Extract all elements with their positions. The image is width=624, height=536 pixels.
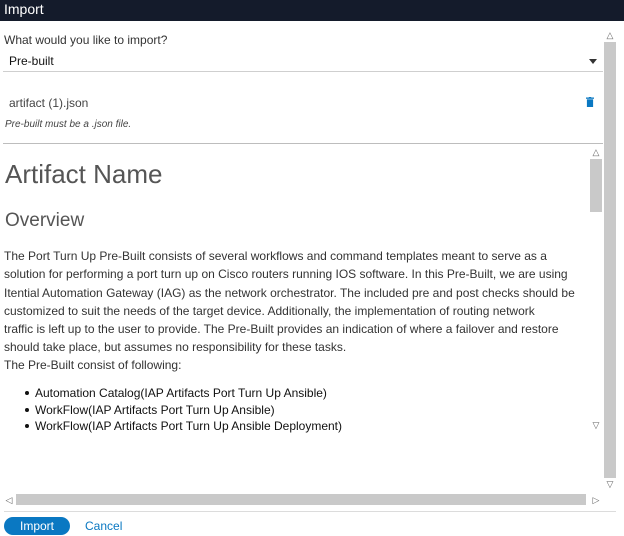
dialog-horizontal-scrollbar[interactable]: ◁ ▷ xyxy=(0,492,603,508)
artifact-title: Artifact Name xyxy=(5,159,163,189)
description-line: traffic is left up to the user to provid… xyxy=(4,322,559,337)
list-item: Automation Catalog(IAP Artifacts Port Tu… xyxy=(3,385,342,402)
description-line: should take place, but assumes no respon… xyxy=(4,340,347,355)
caret-down-icon xyxy=(589,59,597,64)
scroll-up-icon[interactable]: △ xyxy=(589,146,603,158)
description-line: The Port Turn Up Pre-Built consists of s… xyxy=(4,249,547,263)
description-line: Itential Automation Gateway (IAG) as the… xyxy=(4,285,575,300)
horizontal-scroll-thumb[interactable] xyxy=(16,494,586,505)
dialog-scroll-thumb[interactable] xyxy=(604,42,616,478)
description-line: solution for performing a port turn up o… xyxy=(4,267,568,282)
preview-scroll-thumb[interactable] xyxy=(590,159,602,212)
trash-icon[interactable] xyxy=(586,97,594,107)
cancel-button[interactable]: Cancel xyxy=(85,519,122,533)
footer-divider xyxy=(4,511,616,512)
scroll-up-icon[interactable]: △ xyxy=(603,29,617,41)
artifact-preview[interactable]: Artifact Name Overview The Port Turn Up … xyxy=(3,145,589,433)
import-button[interactable]: Import xyxy=(4,517,70,535)
import-prompt-label: What would you like to import? xyxy=(4,33,168,47)
selected-file-name: artifact (1).json xyxy=(9,96,89,110)
import-type-select[interactable]: Pre-built xyxy=(3,50,603,72)
artifact-list: Automation Catalog(IAP Artifacts Port Tu… xyxy=(3,385,342,433)
list-item: WorkFlow(IAP Artifacts Port Turn Up Ansi… xyxy=(3,418,342,433)
overview-description: The Port Turn Up Pre-Built consists of s… xyxy=(4,247,589,357)
dialog-body: What would you like to import? Pre-built… xyxy=(0,28,620,508)
scroll-down-icon[interactable]: ▽ xyxy=(589,419,603,431)
file-type-hint: Pre-built must be a .json file. xyxy=(5,119,132,130)
consist-label: The Pre-Built consist of following: xyxy=(4,358,182,372)
overview-heading: Overview xyxy=(5,210,85,231)
list-item: WorkFlow(IAP Artifacts Port Turn Up Ansi… xyxy=(3,402,342,419)
dialog-title: Import xyxy=(0,0,624,21)
import-type-value: Pre-built xyxy=(9,54,54,68)
scroll-left-icon[interactable]: ◁ xyxy=(2,494,16,506)
divider xyxy=(3,143,603,144)
dialog-vertical-scrollbar[interactable]: △ ▽ xyxy=(603,28,617,492)
description-line: customized to suit the needs of the targ… xyxy=(4,303,535,318)
scroll-down-icon[interactable]: ▽ xyxy=(603,478,617,490)
scroll-right-icon[interactable]: ▷ xyxy=(589,494,603,506)
preview-scrollbar[interactable]: △ ▽ xyxy=(589,145,603,433)
